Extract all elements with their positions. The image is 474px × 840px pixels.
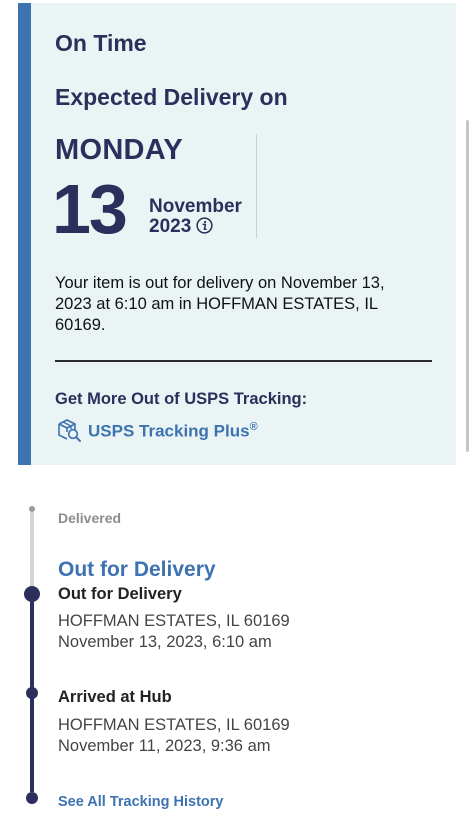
current-status-heading: Out for Delivery [58, 558, 216, 581]
see-all-history-link[interactable]: See All Tracking History [58, 794, 223, 810]
event-datetime: November 13, 2023, 6:10 am [58, 633, 272, 651]
scrollbar[interactable] [466, 120, 469, 452]
delivery-day: MONDAY [55, 134, 184, 166]
date-divider [256, 134, 257, 238]
event-location: HOFFMAN ESTATES, IL 60169 [58, 716, 290, 734]
registered-mark: ® [249, 421, 258, 433]
card-accent-bar [18, 3, 31, 465]
tracking-plus-label: USPS Tracking Plus [88, 421, 250, 441]
timeline-dot-event [26, 687, 38, 699]
delivery-status-card: On Time Expected Delivery on MONDAY 13 N… [18, 3, 456, 465]
delivery-year: 2023 [149, 216, 192, 237]
tracking-plus-link[interactable]: USPS Tracking Plus® [88, 421, 258, 442]
timeline-dot-end [26, 792, 38, 804]
delivery-message: Your item is out for delivery on Novembe… [55, 274, 385, 334]
event-title: Out for Delivery [58, 585, 182, 603]
delivery-month: November [149, 196, 242, 217]
delivery-date-number: 13 [52, 170, 128, 248]
timeline-line-pending [30, 512, 34, 592]
package-search-icon[interactable] [56, 417, 82, 443]
info-circle-icon[interactable] [196, 217, 213, 234]
event-datetime: November 11, 2023, 9:36 am [58, 737, 271, 755]
timeline-dot-current [24, 586, 40, 602]
event-title: Arrived at Hub [58, 688, 172, 706]
section-divider [55, 360, 432, 362]
timeline-dot-pending [29, 506, 35, 512]
get-more-heading: Get More Out of USPS Tracking: [55, 390, 308, 408]
expected-delivery-label: Expected Delivery on [55, 84, 288, 110]
event-location: HOFFMAN ESTATES, IL 60169 [58, 612, 290, 630]
pending-delivered-label: Delivered [58, 510, 122, 526]
status-on-time: On Time [55, 30, 147, 56]
